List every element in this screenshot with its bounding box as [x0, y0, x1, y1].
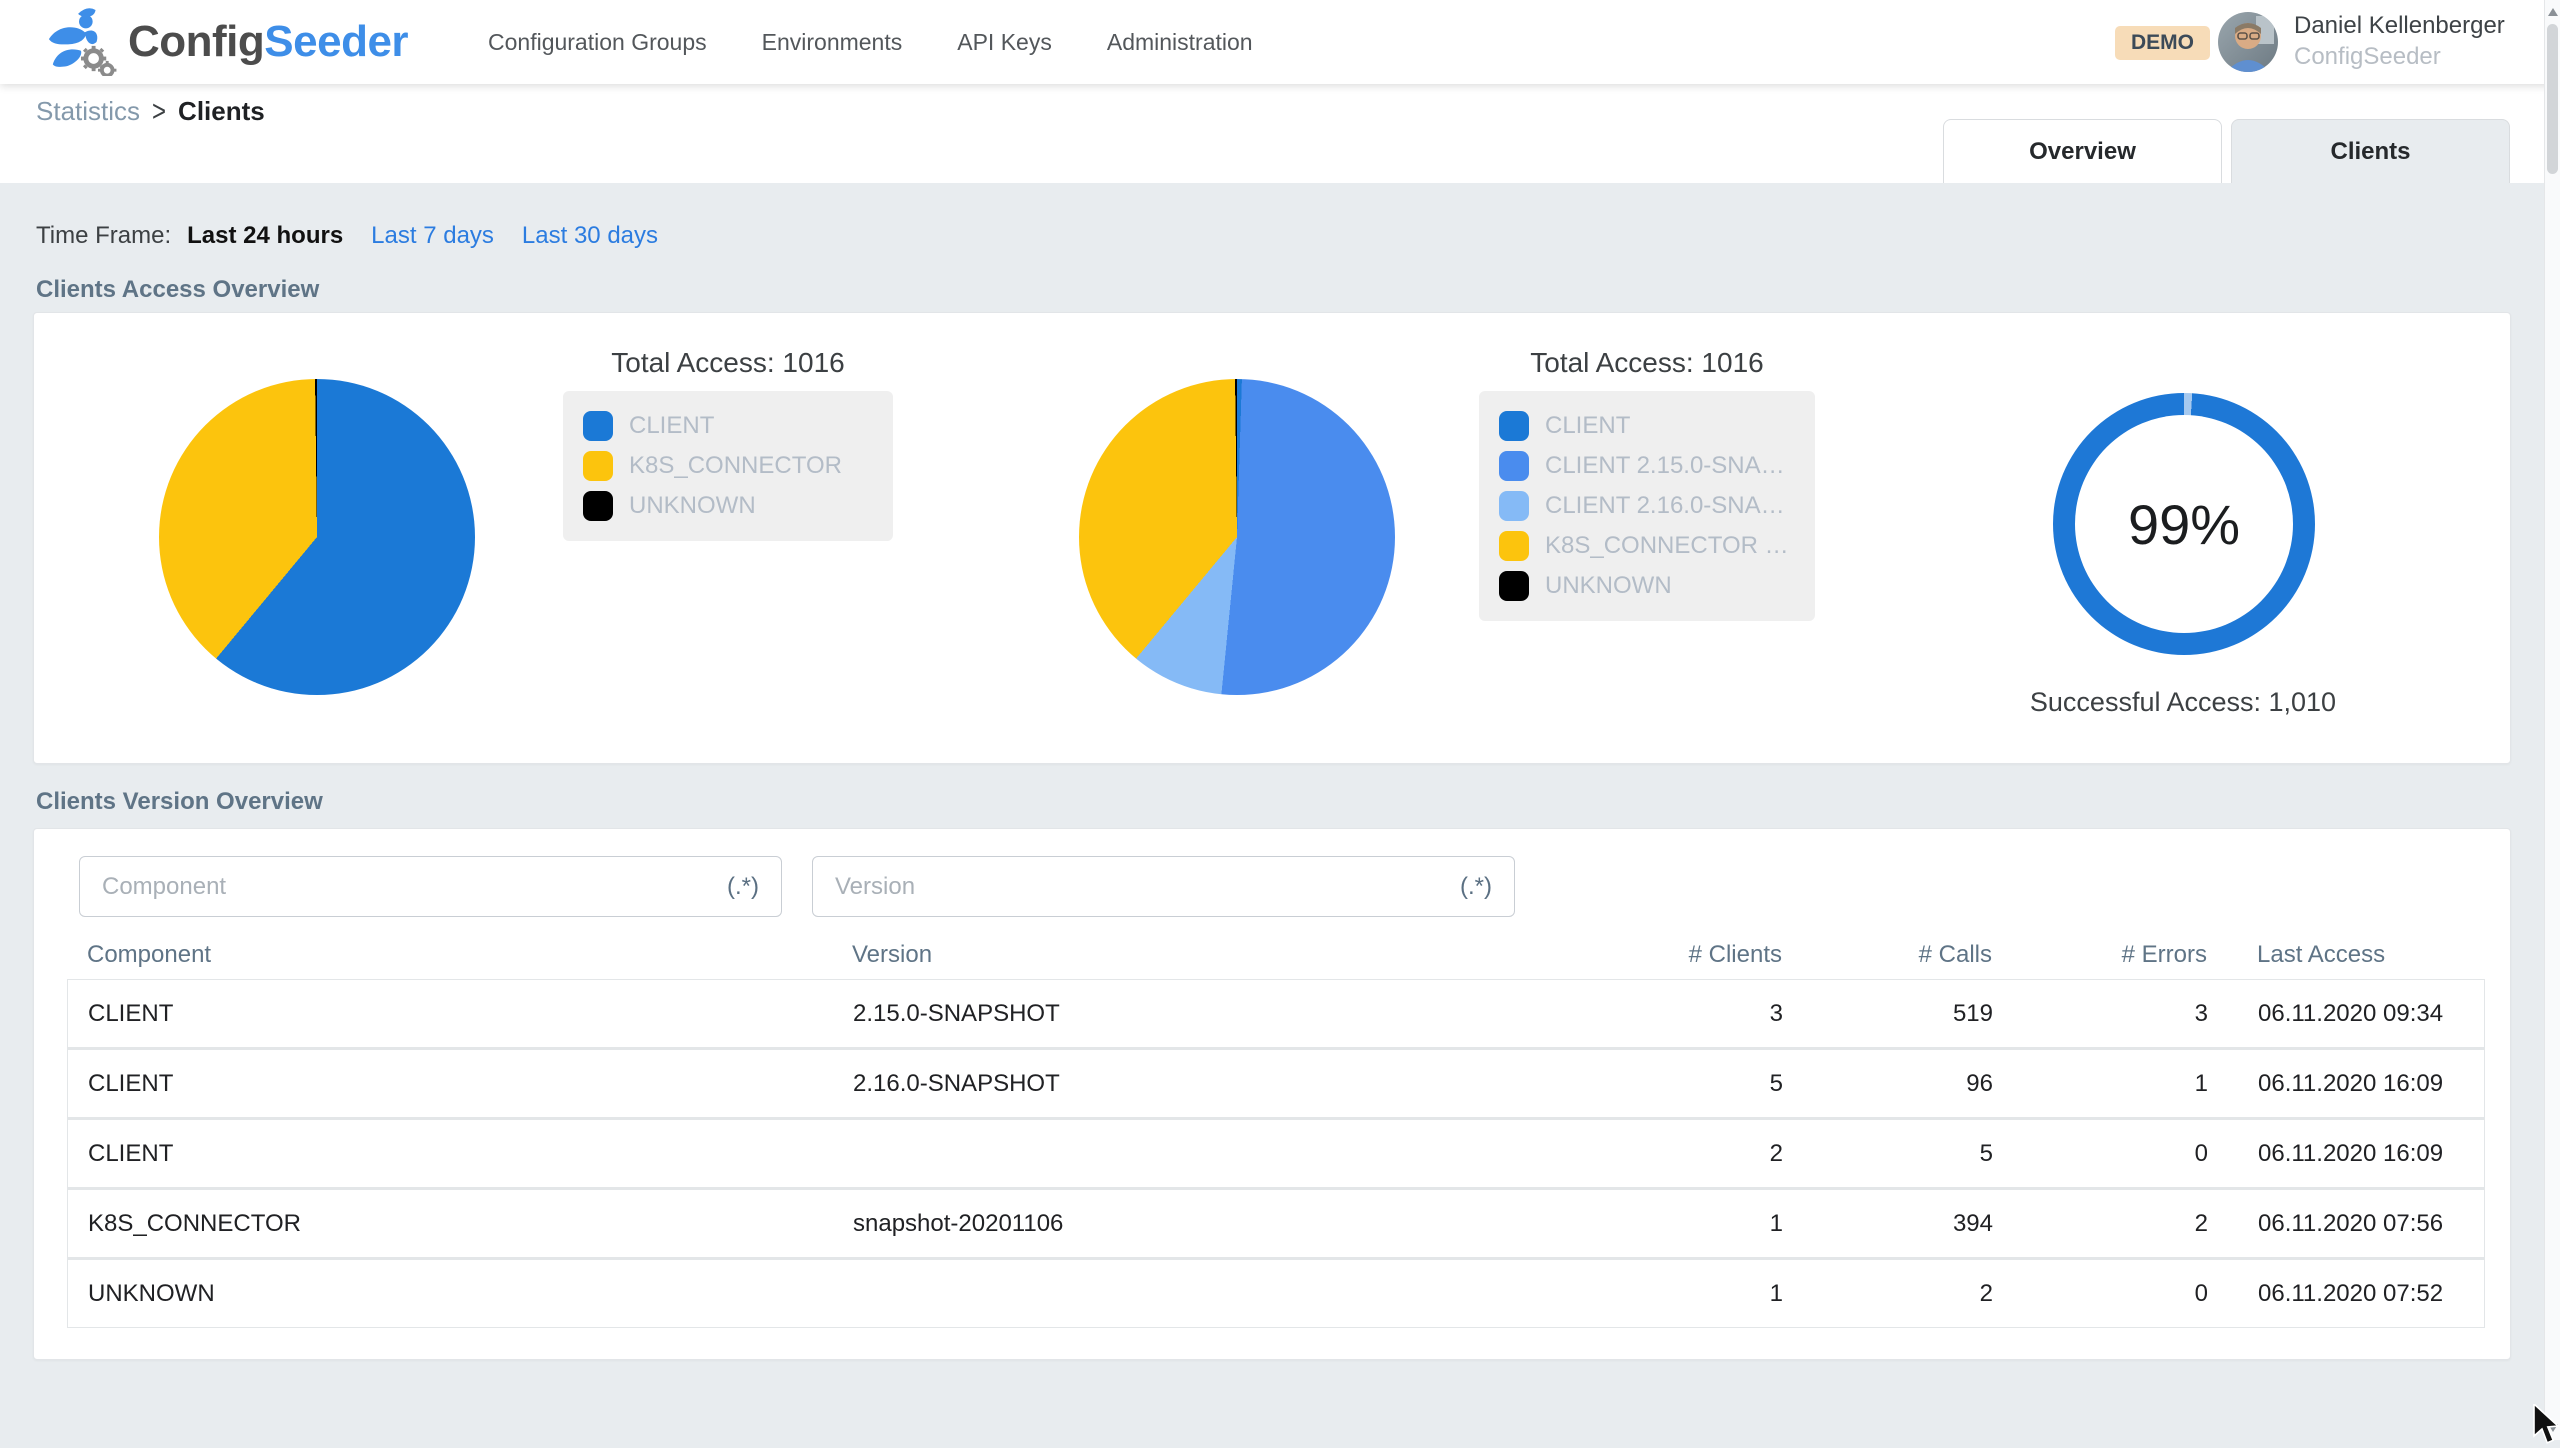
regex-hint: (.*) [1460, 873, 1492, 901]
donut-hole: 99% [2075, 415, 2293, 633]
legend-item[interactable]: UNKNOWN [583, 491, 873, 521]
success-rate-percent: 99% [2128, 492, 2240, 557]
legend-swatch [583, 491, 613, 521]
table-row: K8S_CONNECTOR snapshot-20201106 1 394 2 … [68, 1190, 2484, 1257]
user-name: Daniel Kellenberger [2294, 10, 2505, 41]
time-frame-last-30-days[interactable]: Last 30 days [522, 222, 658, 250]
legend-item[interactable]: K8S_CONNECTOR [583, 451, 873, 481]
scrollbar-thumb[interactable] [2547, 24, 2558, 174]
access-by-component-pie-chart [159, 379, 475, 695]
nav-api-keys[interactable]: API Keys [957, 29, 1052, 56]
table-row: UNKNOWN 1 2 0 06.11.2020 07:52 [68, 1260, 2484, 1327]
main-nav: Configuration Groups Environments API Ke… [488, 0, 1253, 84]
legend-swatch [1499, 411, 1529, 441]
success-rate-donut-chart: 99% [2053, 393, 2315, 655]
column-clients: # Clients [1512, 941, 1802, 969]
breadcrumb-statistics[interactable]: Statistics [36, 96, 140, 127]
component-filter-input[interactable] [80, 857, 781, 916]
clients-access-overview-card: Total Access: 1016 CLIENT K8S_CONNECTOR … [33, 312, 2511, 764]
column-last-access: Last Access [2227, 941, 2485, 969]
section-title-version-overview: Clients Version Overview [36, 788, 323, 816]
successful-access-caption: Successful Access: 1,010 [1903, 687, 2463, 718]
avatar-photo [2218, 12, 2278, 72]
app-root: ConfigSeeder Configuration Groups Enviro… [0, 0, 2560, 1440]
legend-swatch [1499, 451, 1529, 481]
logo[interactable]: ConfigSeeder [40, 8, 408, 76]
component-filter: (.*) [79, 856, 782, 917]
column-component: Component [67, 941, 832, 969]
legend-swatch [583, 411, 613, 441]
section-title-access-overview: Clients Access Overview [36, 276, 319, 304]
tab-overview[interactable]: Overview [1943, 119, 2222, 183]
legend-item[interactable]: UNKNOWN [1499, 571, 1795, 601]
breadcrumb-clients: Clients [178, 96, 265, 127]
legend-item[interactable]: CLIENT 2.16.0-SNAPSHOT [1499, 491, 1795, 521]
table-row: CLIENT 2.16.0-SNAPSHOT 5 96 1 06.11.2020… [68, 1050, 2484, 1117]
breadcrumb: Statistics > Clients [36, 96, 265, 127]
pie1-legend: CLIENT K8S_CONNECTOR UNKNOWN [563, 391, 893, 541]
legend-item[interactable]: CLIENT [1499, 411, 1795, 441]
table-row: CLIENT 2.15.0-SNAPSHOT 3 519 3 06.11.202… [68, 980, 2484, 1047]
user-menu[interactable]: Daniel Kellenberger ConfigSeeder [2294, 10, 2505, 72]
legend-swatch [1499, 571, 1529, 601]
time-frame-last-24-hours: Last 24 hours [187, 222, 343, 250]
table-header: Component Version # Clients # Calls # Er… [67, 933, 2485, 977]
legend-swatch [1499, 491, 1529, 521]
logo-text: ConfigSeeder [128, 17, 408, 67]
time-frame-selector: Time Frame: Last 24 hours Last 7 days La… [36, 222, 658, 250]
time-frame-last-7-days[interactable]: Last 7 days [371, 222, 494, 250]
legend-item[interactable]: CLIENT [583, 411, 873, 441]
version-filter-input[interactable] [813, 857, 1514, 916]
chevron-right-icon: > [152, 94, 166, 129]
column-calls: # Calls [1802, 941, 2012, 969]
pie1-title: Total Access: 1016 [563, 347, 893, 379]
legend-swatch [1499, 531, 1529, 561]
nav-administration[interactable]: Administration [1107, 29, 1253, 56]
nav-environments[interactable]: Environments [762, 29, 903, 56]
user-organization: ConfigSeeder [2294, 41, 2505, 72]
column-errors: # Errors [2012, 941, 2227, 969]
app-bar: ConfigSeeder Configuration Groups Enviro… [0, 0, 2560, 84]
mouse-cursor-icon [2530, 1404, 2560, 1448]
nav-configuration-groups[interactable]: Configuration Groups [488, 29, 707, 56]
gear-icon [81, 46, 116, 76]
clients-version-overview-card: (.*) (.*) Component Version # Clients # … [33, 828, 2511, 1360]
pie2-title: Total Access: 1016 [1479, 347, 1815, 379]
regex-hint: (.*) [727, 873, 759, 901]
table-row: CLIENT 2 5 0 06.11.2020 16:09 [68, 1120, 2484, 1187]
user-avatar[interactable] [2218, 12, 2278, 72]
demo-badge: DEMO [2115, 26, 2210, 60]
configseeder-logo-icon [40, 8, 120, 76]
legend-swatch [583, 451, 613, 481]
pie2-legend: CLIENT CLIENT 2.15.0-SNAPSHOT CLIENT 2.1… [1479, 391, 1815, 621]
table-body: CLIENT 2.15.0-SNAPSHOT 3 519 3 06.11.202… [67, 979, 2485, 1328]
vertical-scrollbar[interactable] [2544, 0, 2560, 1440]
legend-item[interactable]: K8S_CONNECTOR snapsho… [1499, 531, 1795, 561]
access-by-version-pie-chart [1079, 379, 1395, 695]
tab-clients[interactable]: Clients [2231, 119, 2510, 183]
scroll-up-icon[interactable] [2548, 8, 2558, 16]
column-version: Version [832, 941, 1512, 969]
legend-item[interactable]: CLIENT 2.15.0-SNAPSHOT [1499, 451, 1795, 481]
version-filter: (.*) [812, 856, 1515, 917]
time-frame-label: Time Frame: [36, 222, 171, 250]
